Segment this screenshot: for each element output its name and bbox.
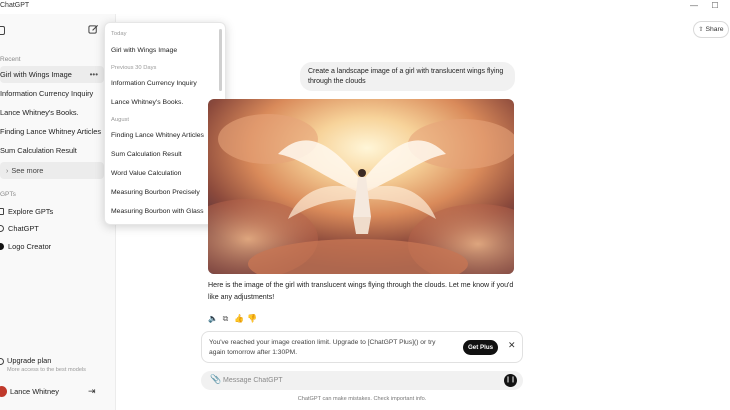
message-actions: 🔈 ⧉ 👍 👎 [208,308,260,323]
thumbs-down-icon[interactable]: 👎 [247,315,257,323]
user-name: Lance Whitney [10,387,59,396]
logo-creator-icon [0,243,4,250]
window-titlebar: ChatGPT — ☐ [0,0,730,14]
copy-icon[interactable]: ⧉ [221,315,230,323]
more-options-icon[interactable]: ••• [90,66,98,83]
user-profile[interactable]: Lance Whitney ⇥ [0,384,110,400]
window-title: ChatGPT [0,2,30,9]
sidebar-item-information-currency[interactable]: Information Currency Inquiry [0,85,104,102]
attach-icon[interactable]: 📎 [210,374,221,385]
sidebar-item-finding-articles[interactable]: Finding Lance Whitney Articles [0,123,104,140]
see-more-button[interactable]: › See more [0,162,104,179]
sidebar-item-lance-books[interactable]: Lance Whitney's Books. [0,104,104,121]
disclaimer: ChatGPT can make mistakes. Check importa… [297,396,427,402]
generated-image[interactable] [208,99,514,274]
composer: 📎 ❙❙ [201,371,523,390]
chevron-icon: › [6,168,9,175]
avatar [0,386,7,397]
sidebar-item-label: Sum Calculation Result [0,146,77,155]
grid-icon [0,208,4,215]
sidebar-item-label: Finding Lance Whitney Articles [0,127,102,136]
sidebar: Recent Girl with Wings Image ••• Informa… [0,14,116,410]
sidebar-item-label: Lance Whitney's Books. [0,108,79,117]
limit-notice: You've reached your image creation limit… [201,331,523,363]
close-icon[interactable]: ✕ [508,340,516,351]
message-input[interactable] [223,374,483,387]
sidebar-item-logo-creator[interactable]: Logo Creator [0,239,51,255]
sidebar-item-label: Girl with Wings Image [0,70,72,79]
thumbs-up-icon[interactable]: 👍 [234,315,244,323]
get-plus-button[interactable]: Get Plus [463,340,498,355]
sidebar-item-explore-gpts[interactable]: Explore GPTs [0,204,53,220]
sidebar-item-sum-calculation[interactable]: Sum Calculation Result [0,142,104,159]
limit-notice-text: You've reached your image creation limit… [209,339,436,356]
read-aloud-icon[interactable]: 🔈 [208,315,218,323]
chatgpt-logo-icon [0,225,4,232]
sidebar-toggle-icon[interactable] [0,26,5,35]
main-chat: ⇧ Share Create a landscape image of a gir… [117,14,730,410]
logout-icon[interactable]: ⇥ [88,386,96,397]
voice-mode-icon[interactable]: ❙❙ [504,374,517,387]
sidebar-item-label: Information Currency Inquiry [0,89,94,98]
minimize-button[interactable]: — [688,1,700,10]
share-button[interactable]: ⇧ Share [693,21,729,38]
upgrade-title: Upgrade plan [7,356,52,365]
assistant-reply: Here is the image of the girl with trans… [208,281,514,301]
sidebar-item-girl-with-wings[interactable]: Girl with Wings Image ••• [0,66,104,83]
upgrade-subtitle: More access to the best models [7,367,86,373]
new-chat-icon[interactable] [88,24,99,35]
gpts-label: GPTs [0,191,16,198]
sidebar-item-chatgpt[interactable]: ChatGPT [0,221,39,237]
share-icon: ⇧ [698,27,704,33]
upgrade-icon [0,358,4,365]
maximize-button[interactable]: ☐ [709,1,721,10]
user-message: Create a landscape image of a girl with … [300,62,515,91]
recent-label: Recent [0,56,21,63]
